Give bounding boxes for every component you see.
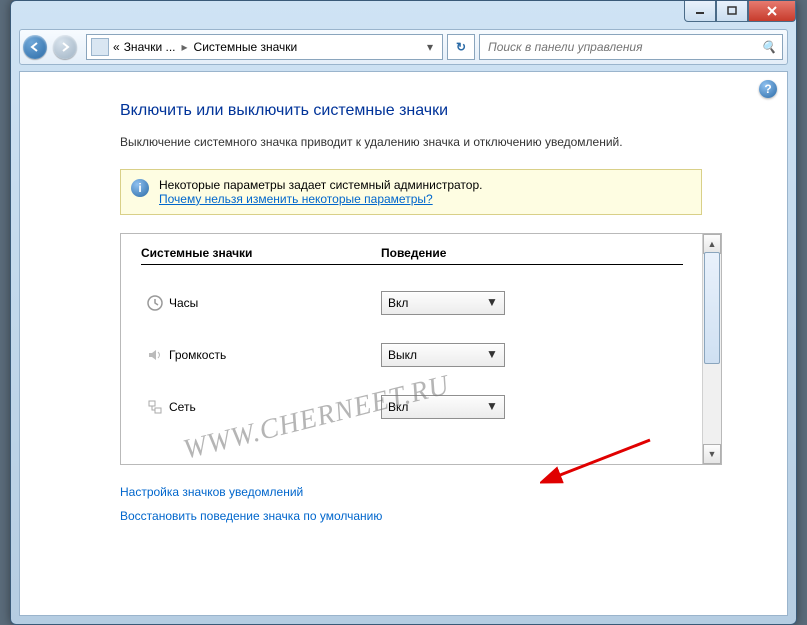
row-volume: Громкость Выкл ▼: [141, 329, 683, 381]
header-behavior: Поведение: [381, 246, 581, 260]
page-description: Выключение системного значка приводит к …: [120, 134, 680, 151]
clock-icon: [141, 294, 169, 312]
chevron-right-icon[interactable]: ▸: [180, 40, 190, 54]
row-network: Сеть Вкл ▼: [141, 381, 683, 433]
search-input[interactable]: [486, 39, 761, 55]
search-icon: 🔍: [761, 40, 776, 54]
panel-inner: Системные значки Поведение Часы Вкл ▼: [121, 234, 703, 464]
window-buttons: [684, 1, 796, 21]
dropdown-value: Выкл: [388, 348, 417, 362]
scroll-track[interactable]: [703, 252, 721, 446]
info-icon: i: [131, 179, 149, 197]
admin-info-box: i Некоторые параметры задает системный а…: [120, 169, 702, 215]
maximize-button[interactable]: [716, 1, 748, 22]
chevron-down-icon: ▼: [484, 295, 500, 309]
search-box[interactable]: 🔍: [479, 34, 783, 60]
minimize-button[interactable]: [684, 1, 716, 22]
crumb-2[interactable]: Системные значки: [194, 40, 298, 54]
network-icon: [141, 398, 169, 416]
scroll-thumb[interactable]: [704, 252, 720, 364]
info-text: Некоторые параметры задает системный адм…: [159, 178, 482, 206]
refresh-button[interactable]: ↻: [447, 34, 475, 60]
forward-button[interactable]: [50, 30, 80, 64]
page-title: Включить или выключить системные значки: [120, 102, 759, 120]
dropdown-network[interactable]: Вкл ▼: [381, 395, 505, 419]
link-customize-icons[interactable]: Настройка значков уведомлений: [120, 485, 759, 499]
refresh-icon: ↻: [456, 40, 466, 54]
help-button[interactable]: ?: [759, 80, 777, 98]
nav-bar: « Значки ... ▸ Системные значки ▾ ↻ 🔍: [19, 29, 788, 65]
row-label: Часы: [169, 296, 381, 310]
bottom-links: Настройка значков уведомлений Восстанови…: [120, 485, 759, 523]
close-button[interactable]: [748, 1, 796, 22]
row-label: Громкость: [169, 348, 381, 362]
info-link[interactable]: Почему нельзя изменить некоторые парамет…: [159, 192, 433, 206]
crumb-root: «: [113, 40, 120, 54]
address-dropdown-icon[interactable]: ▾: [422, 40, 438, 54]
chevron-down-icon: ▼: [484, 347, 500, 361]
info-line: Некоторые параметры задает системный адм…: [159, 178, 482, 192]
dropdown-value: Вкл: [388, 400, 408, 414]
location-icon: [91, 38, 109, 56]
scroll-down-button[interactable]: ▼: [703, 444, 721, 464]
dropdown-volume[interactable]: Выкл ▼: [381, 343, 505, 367]
header-icons: Системные значки: [141, 246, 381, 260]
row-label: Сеть: [169, 400, 381, 414]
scroll-up-button[interactable]: ▲: [703, 234, 721, 254]
back-button[interactable]: [20, 30, 50, 64]
column-headers: Системные значки Поведение: [141, 246, 683, 265]
volume-icon: [141, 346, 169, 364]
scrollbar[interactable]: ▲ ▼: [702, 234, 721, 464]
content: Включить или выключить системные значки …: [20, 72, 787, 543]
address-bar[interactable]: « Значки ... ▸ Системные значки ▾: [86, 34, 443, 60]
chevron-down-icon: ▼: [484, 399, 500, 413]
client-area: ? Включить или выключить системные значк…: [19, 71, 788, 616]
row-clock: Часы Вкл ▼: [141, 277, 683, 329]
crumb-1[interactable]: Значки ...: [124, 40, 176, 54]
title-bar: [11, 1, 796, 29]
dropdown-value: Вкл: [388, 296, 408, 310]
explorer-window: « Значки ... ▸ Системные значки ▾ ↻ 🔍 ? …: [10, 0, 797, 625]
dropdown-clock[interactable]: Вкл ▼: [381, 291, 505, 315]
link-restore-defaults[interactable]: Восстановить поведение значка по умолчан…: [120, 509, 759, 523]
icons-panel: Системные значки Поведение Часы Вкл ▼: [120, 233, 722, 465]
